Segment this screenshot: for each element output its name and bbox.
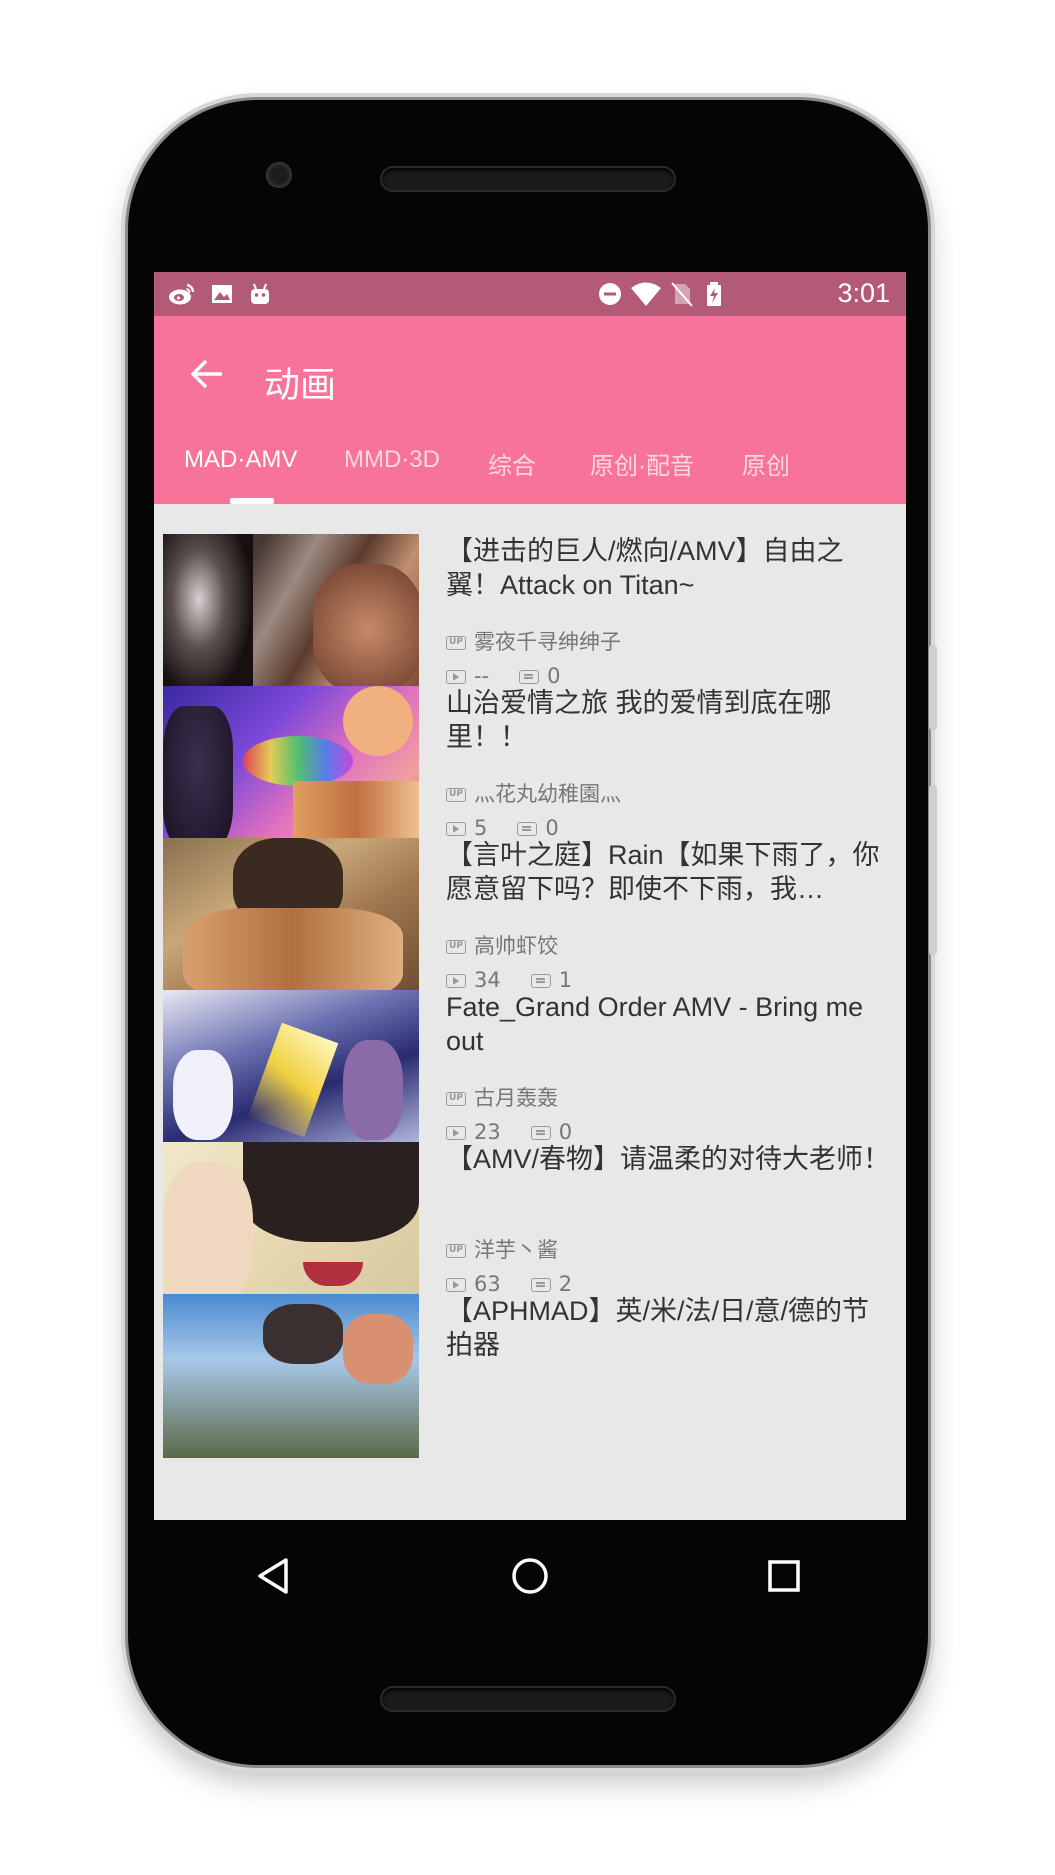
uploader: UP 雾夜千寻绅绅子 xyxy=(446,626,621,656)
battery-charging-icon xyxy=(707,282,721,306)
screen: 3:01 动画 MAD·AMV MMD·3D 综合 原创·配音 原创 【进击的巨… xyxy=(154,272,906,1520)
tab-general[interactable]: 综合 xyxy=(488,446,536,481)
dnd-icon xyxy=(599,283,621,305)
system-nav-bar xyxy=(154,1520,906,1640)
up-icon: UP xyxy=(446,1244,466,1258)
status-bar: 3:01 xyxy=(154,272,906,316)
tab-original[interactable]: 原创 xyxy=(742,446,790,481)
up-icon: UP xyxy=(446,788,466,802)
up-icon: UP xyxy=(446,1092,466,1106)
front-camera xyxy=(266,162,292,188)
tab-mmd-3d[interactable]: MMD·3D xyxy=(344,446,440,474)
uploader: UP 古月轰轰 xyxy=(446,1082,558,1112)
tab-original-dubbing[interactable]: 原创·配音 xyxy=(590,446,694,481)
uploader-name: 洋芋丶酱 xyxy=(474,1238,558,1262)
weibo-icon xyxy=(169,283,195,305)
tab-mad-amv[interactable]: MAD·AMV xyxy=(184,446,297,474)
wifi-icon xyxy=(631,282,661,306)
video-title[interactable]: 【进击的巨人/燃向/AMV】自由之翼！Attack on Titan~ xyxy=(446,534,891,602)
uploader-name: 高帅虾饺 xyxy=(474,934,558,958)
recents-square-icon[interactable] xyxy=(754,1546,814,1606)
bottom-speaker xyxy=(382,1688,674,1710)
video-title[interactable]: 【APHMAD】英/米/法/日/意/德的节拍器 xyxy=(446,1294,891,1362)
android-icon xyxy=(251,283,269,304)
uploader-name: 古月轰轰 xyxy=(474,1086,558,1110)
earpiece-speaker xyxy=(382,168,674,190)
video-title[interactable]: Fate_Grand Order AMV - Bring me out xyxy=(446,990,891,1058)
home-circle-icon[interactable] xyxy=(500,1546,560,1606)
up-icon: UP xyxy=(446,940,466,954)
video-thumbnail[interactable] xyxy=(163,1294,419,1458)
image-icon xyxy=(212,285,232,303)
category-tabs: MAD·AMV MMD·3D 综合 原创·配音 原创 xyxy=(154,426,906,504)
uploader-name: 雾夜千寻绅绅子 xyxy=(474,630,621,654)
page-title: 动画 xyxy=(264,365,337,406)
up-icon: UP xyxy=(446,636,466,650)
volume-button xyxy=(929,785,937,955)
list-item[interactable]: 【APHMAD】英/米/法/日/意/德的节拍器 xyxy=(154,1264,906,1458)
back-triangle-icon[interactable] xyxy=(246,1546,306,1606)
power-button xyxy=(929,645,937,730)
video-title[interactable]: 【AMV/春物】请温柔的对待大老师！ xyxy=(446,1142,891,1176)
video-title[interactable]: 【言叶之庭】Rain【如果下雨了，你愿意留下吗？即使不下雨，我… xyxy=(446,838,891,906)
uploader: UP 洋芋丶酱 xyxy=(446,1234,558,1264)
uploader: UP 高帅虾饺 xyxy=(446,930,558,960)
uploader: UP 灬花丸幼稚園灬 xyxy=(446,778,621,808)
status-time: 3:01 xyxy=(837,278,890,308)
arrow-left-icon[interactable] xyxy=(184,350,232,398)
no-sim-icon xyxy=(671,282,693,307)
video-title[interactable]: 山治爱情之旅 我的爱情到底在哪里！！ xyxy=(446,686,891,754)
uploader-name: 灬花丸幼稚園灬 xyxy=(474,782,621,806)
app-bar: 动画 MAD·AMV MMD·3D 综合 原创·配音 原创 xyxy=(154,316,906,504)
